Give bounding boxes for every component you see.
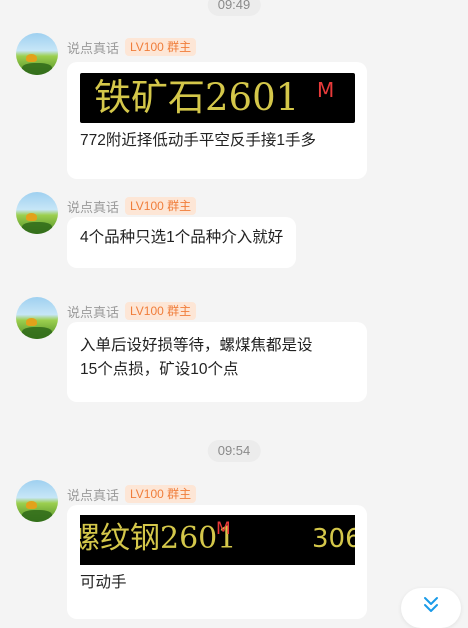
- message-text-line: 15个点损，矿设10个点: [80, 361, 239, 378]
- level-badge: LV100 群主: [125, 485, 197, 503]
- sender-name[interactable]: 说点真话: [67, 38, 119, 57]
- avatar[interactable]: [16, 297, 58, 339]
- ticker-marker: M: [317, 78, 335, 102]
- double-chevron-down-icon: [424, 597, 438, 612]
- timestamp-divider: 09:49: [207, 0, 261, 16]
- message-text: 4个品种只选1个品种介入就好: [80, 229, 284, 246]
- message-bubble[interactable]: 螺纹钢2601 M 306 可动手: [67, 505, 367, 619]
- sender-name[interactable]: 说点真话: [67, 485, 119, 504]
- avatar[interactable]: [16, 480, 58, 522]
- sender-meta: 说点真话 LV100 群主: [67, 484, 197, 504]
- message-bubble[interactable]: 入单后设好损等待，螺煤焦都是设 15个点损，矿设10个点: [67, 322, 367, 402]
- message-text: 772附近择低动手平空反手接1手多: [80, 132, 316, 149]
- sender-meta: 说点真话 LV100 群主: [67, 37, 197, 57]
- avatar[interactable]: [16, 192, 58, 234]
- level-badge: LV100 群主: [125, 38, 197, 56]
- ticker-name: 螺纹钢2601: [80, 521, 237, 556]
- message-bubble[interactable]: 4个品种只选1个品种介入就好: [67, 217, 297, 268]
- timestamp-divider: 09:54: [207, 440, 261, 462]
- avatar[interactable]: [16, 33, 58, 75]
- sender-meta: 说点真话 LV100 群主: [67, 301, 197, 321]
- quote-screenshot[interactable]: 铁矿石2601 M: [80, 73, 355, 123]
- message-text-line: 入单后设好损等待，螺煤焦都是设: [80, 337, 313, 354]
- sender-name[interactable]: 说点真话: [67, 302, 119, 321]
- ticker-name: 铁矿石2601: [94, 76, 300, 119]
- level-badge: LV100 群主: [125, 197, 197, 215]
- level-badge: LV100 群主: [125, 302, 197, 320]
- ticker-marker: M: [216, 519, 231, 539]
- quote-screenshot[interactable]: 螺纹钢2601 M 306: [80, 515, 355, 565]
- sender-name[interactable]: 说点真话: [67, 197, 119, 216]
- ticker-value: 306: [312, 524, 355, 554]
- scroll-to-bottom-button[interactable]: [401, 588, 461, 628]
- message-text: 可动手: [80, 574, 127, 591]
- sender-meta: 说点真话 LV100 群主: [67, 196, 197, 216]
- message-bubble[interactable]: 铁矿石2601 M 772附近择低动手平空反手接1手多: [67, 62, 367, 179]
